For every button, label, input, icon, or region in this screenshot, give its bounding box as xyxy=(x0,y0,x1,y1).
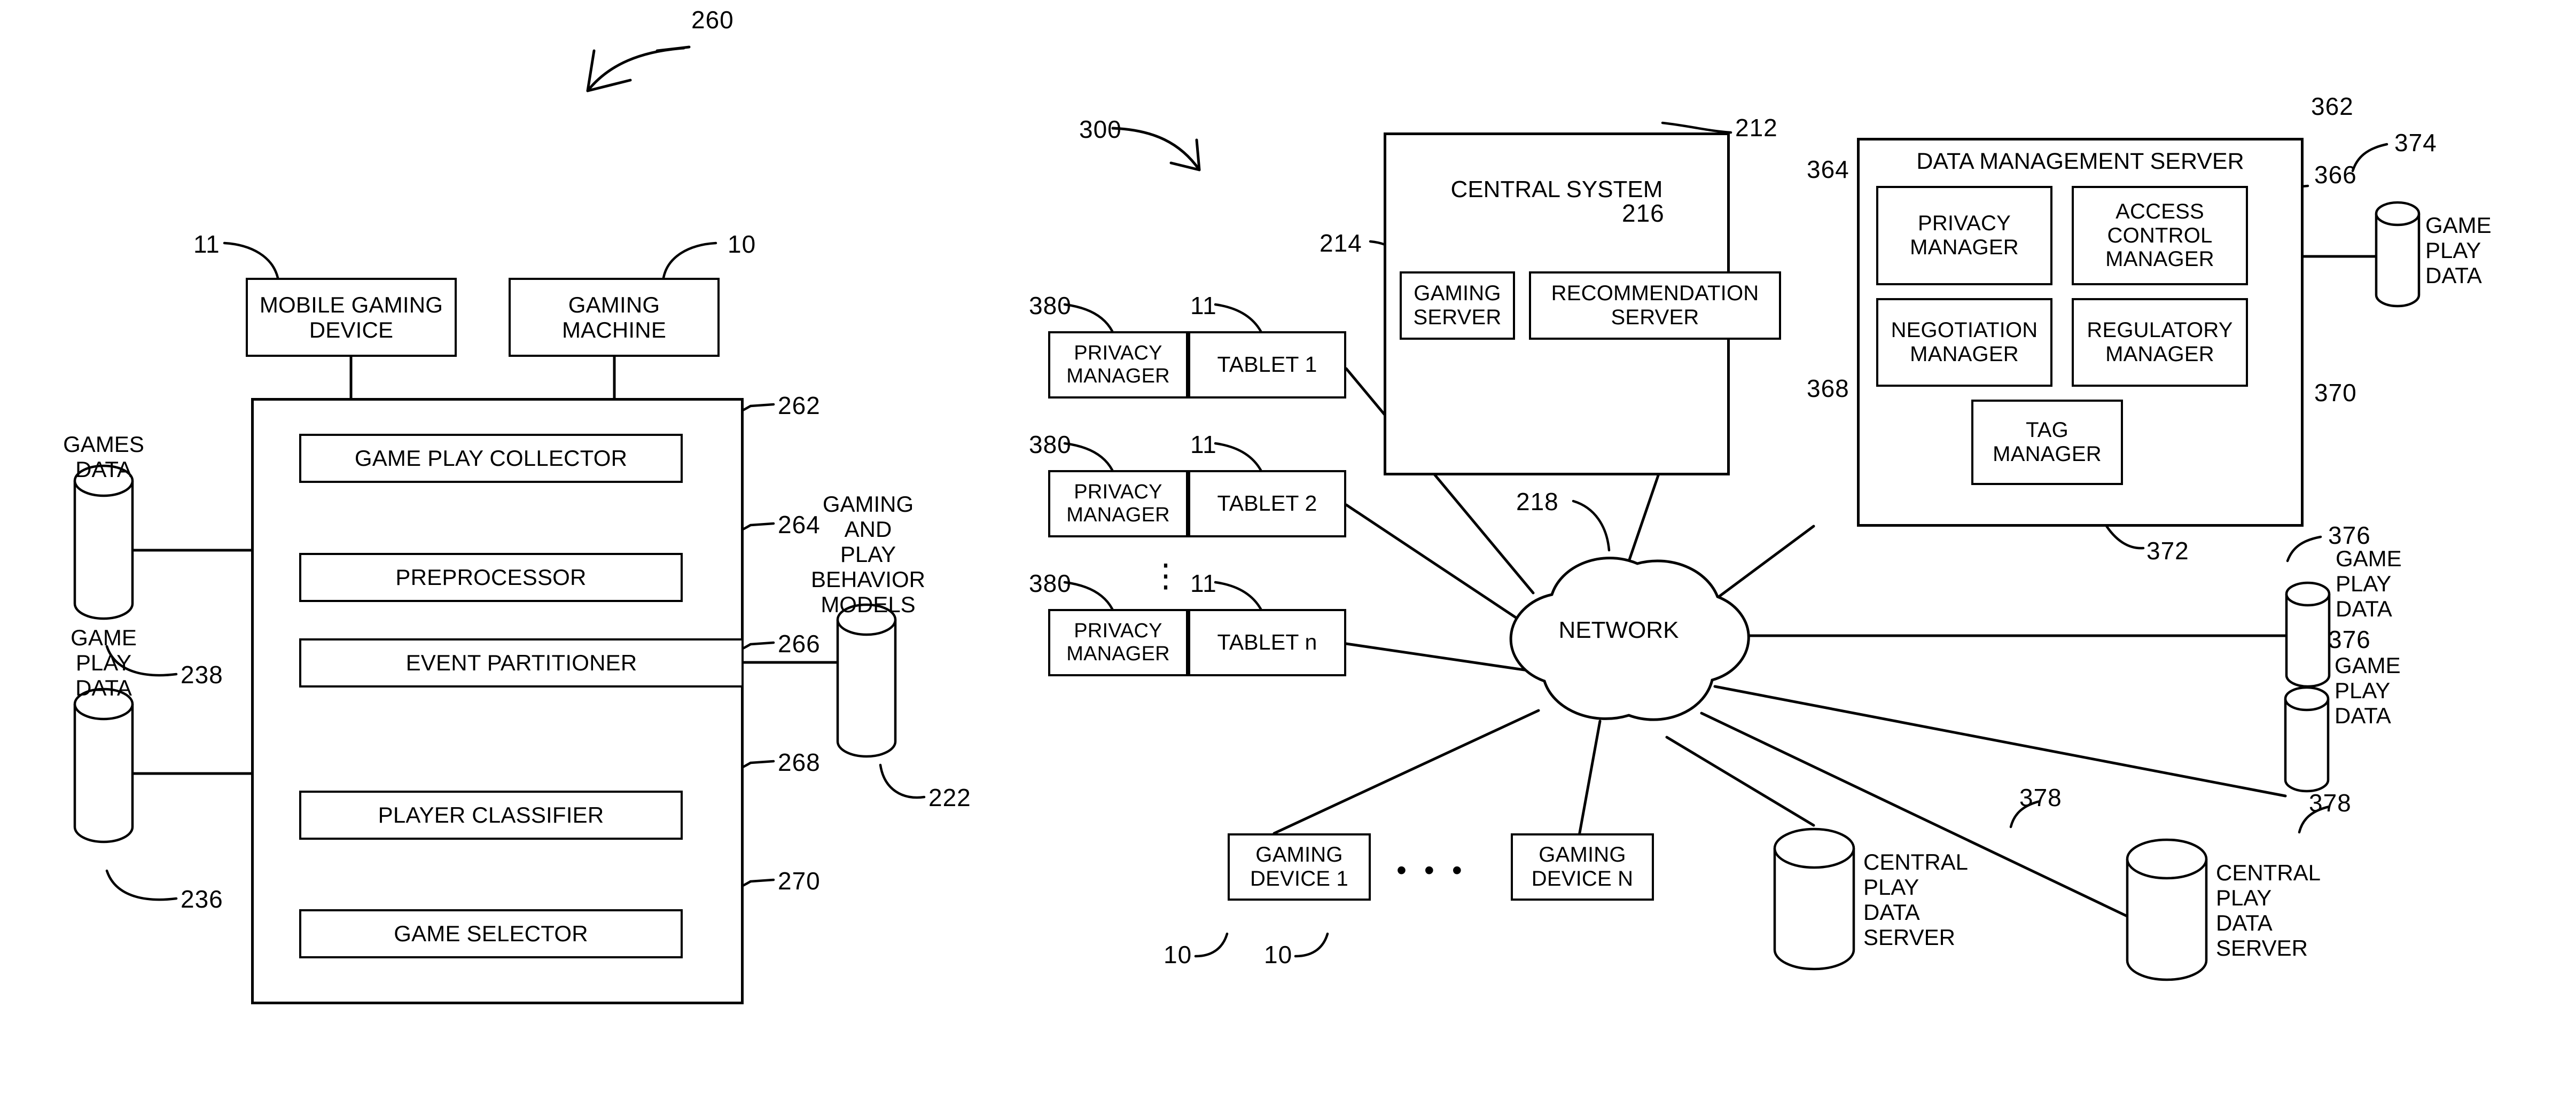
game-play-data-374-caption: GAME PLAY DATA xyxy=(2425,213,2492,288)
gaming-machine-box[interactable]: GAMING MACHINE xyxy=(509,278,720,357)
ref-260: 260 xyxy=(691,6,734,34)
ref-11-tablet-2: 11 xyxy=(1190,431,1217,458)
ref-380-tablet-n: 380 xyxy=(1029,569,1072,597)
ref-366: 366 xyxy=(2314,161,2357,189)
ref-380-tablet-2: 380 xyxy=(1029,431,1072,458)
module-player-classifier[interactable]: PLAYER CLASSIFIER xyxy=(299,791,683,840)
ref-214: 214 xyxy=(1320,229,1362,257)
ref-10-gaming-device-n: 10 xyxy=(1264,941,1293,968)
ref-374: 374 xyxy=(2394,129,2437,157)
ref-11-tablet-n: 11 xyxy=(1190,569,1217,597)
privacy-manager-tablet-1[interactable]: PRIVACY MANAGER xyxy=(1048,331,1188,399)
network-label: NETWORK xyxy=(1558,617,1679,643)
behavior-models-caption: GAMING AND PLAY BEHAVIOR MODELS xyxy=(811,491,925,618)
ref-380-tablet-1: 380 xyxy=(1029,292,1072,319)
privacy-manager-box[interactable]: PRIVACY MANAGER xyxy=(1876,186,2052,285)
module-preprocessor[interactable]: PREPROCESSOR xyxy=(299,553,683,602)
game-play-data-376b-caption: GAME PLAY DATA xyxy=(2335,653,2401,729)
ref-222: 222 xyxy=(928,784,971,811)
tablet-n-box[interactable]: TABLET n xyxy=(1188,609,1346,676)
ref-270: 270 xyxy=(778,867,821,895)
central-play-data-server-a-caption: CENTRAL PLAY DATA SERVER xyxy=(1863,849,1969,950)
gaming-device-1-box[interactable]: GAMING DEVICE 1 xyxy=(1228,833,1371,901)
ref-212: 212 xyxy=(1735,114,1778,142)
ref-376-b: 376 xyxy=(2328,626,2371,653)
ref-300: 300 xyxy=(1079,115,1122,143)
gaming-server-box[interactable]: GAMING SERVER xyxy=(1400,271,1515,340)
ref-378-a: 378 xyxy=(2019,784,2062,811)
ref-376-a: 376 xyxy=(2328,521,2371,549)
ref-10-gaming-machine: 10 xyxy=(728,230,756,258)
access-control-manager-box[interactable]: ACCESS CONTROL MANAGER xyxy=(2072,186,2248,285)
ref-364: 364 xyxy=(1807,155,1849,183)
module-game-selector[interactable]: GAME SELECTOR xyxy=(299,909,683,958)
ref-378-b: 378 xyxy=(2309,789,2352,817)
recommendation-server-box[interactable]: RECOMMENDATION SERVER xyxy=(1529,271,1781,340)
module-event-partitioner[interactable]: EVENT PARTITIONER xyxy=(299,638,744,688)
ref-372: 372 xyxy=(2146,537,2189,565)
ref-236: 236 xyxy=(181,885,223,913)
game-play-data-caption: GAME PLAY DATA xyxy=(71,625,137,701)
game-play-data-376a-caption: GAME PLAY DATA xyxy=(2336,546,2402,622)
gaming-device-ellipsis: • • • xyxy=(1396,854,1467,886)
regulatory-manager-box[interactable]: REGULATORY MANAGER xyxy=(2072,298,2248,387)
mobile-gaming-device-box[interactable]: MOBILE GAMING DEVICE xyxy=(246,278,457,357)
gaming-device-n-box[interactable]: GAMING DEVICE N xyxy=(1511,833,1654,901)
games-data-caption: GAMES DATA xyxy=(63,432,144,482)
central-system-title: CENTRAL SYSTEM xyxy=(1450,176,1663,202)
central-play-data-server-b-caption: CENTRAL PLAY DATA SERVER xyxy=(2216,860,2321,961)
tablet-2-box[interactable]: TABLET 2 xyxy=(1188,470,1346,537)
ref-11-tablet-1: 11 xyxy=(1190,292,1217,319)
ref-266: 266 xyxy=(778,630,821,658)
ref-370: 370 xyxy=(2314,379,2357,407)
ref-268: 268 xyxy=(778,748,821,776)
ref-262: 262 xyxy=(778,392,821,419)
tag-manager-box[interactable]: TAG MANAGER xyxy=(1971,400,2123,485)
module-game-play-collector[interactable]: GAME PLAY COLLECTOR xyxy=(299,434,683,483)
ref-362: 362 xyxy=(2311,92,2354,120)
negotiation-manager-box[interactable]: NEGOTIATION MANAGER xyxy=(1876,298,2052,387)
ref-216: 216 xyxy=(1622,199,1665,227)
tablet-1-box[interactable]: TABLET 1 xyxy=(1188,331,1346,399)
tablet-list-ellipsis: ⋮ xyxy=(1150,558,1182,593)
ref-11-mobile-gaming-device: 11 xyxy=(193,230,220,258)
ref-218: 218 xyxy=(1516,488,1559,515)
ref-368: 368 xyxy=(1807,374,1849,402)
privacy-manager-tablet-2[interactable]: PRIVACY MANAGER xyxy=(1048,470,1188,537)
data-management-server-title: DATA MANAGEMENT SERVER xyxy=(1916,149,2244,174)
patent-figure-sheet: 260 11 10 MOBILE GAMING DEVICE GAMING MA… xyxy=(0,0,2576,1117)
ref-238: 238 xyxy=(181,661,223,689)
privacy-manager-tablet-n[interactable]: PRIVACY MANAGER xyxy=(1048,609,1188,676)
ref-10-gaming-device-1: 10 xyxy=(1164,941,1192,968)
